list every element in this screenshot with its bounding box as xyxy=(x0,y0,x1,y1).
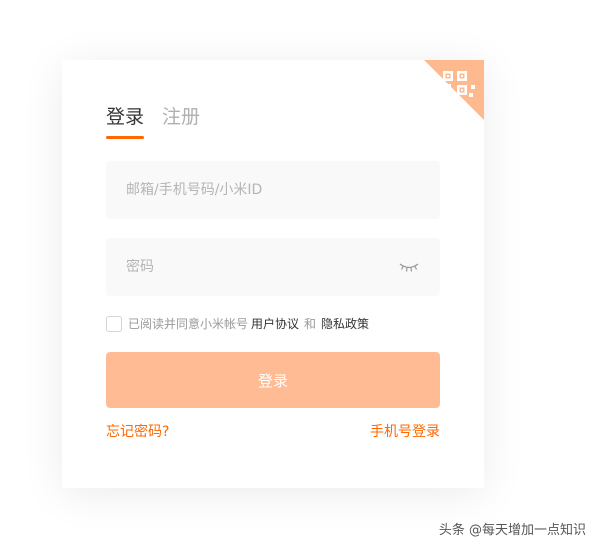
eye-closed-icon[interactable] xyxy=(398,260,420,274)
tab-login[interactable]: 登录 xyxy=(106,104,145,139)
auth-tabs: 登录 注册 xyxy=(106,104,200,139)
agreement-prefix: 已阅读并同意小米帐号 xyxy=(128,317,249,331)
qr-login-toggle[interactable] xyxy=(424,60,484,120)
tab-register[interactable]: 注册 xyxy=(162,104,200,136)
login-button[interactable]: 登录 xyxy=(106,352,440,408)
watermark: 头条 @每天增加一点知识 xyxy=(438,523,586,538)
password-input[interactable] xyxy=(126,259,398,275)
bottom-links: 忘记密码? 手机号登录 xyxy=(106,421,440,441)
qr-code-icon xyxy=(424,60,484,120)
agreement-and: 和 xyxy=(304,317,317,331)
privacy-policy-link[interactable]: 隐私政策 xyxy=(321,315,369,332)
forgot-password-link[interactable]: 忘记密码? xyxy=(106,421,169,441)
account-input[interactable] xyxy=(126,182,420,198)
login-card: 登录 注册 已阅读并同意小米帐号 用户协议 和 隐私政策 登录 忘记密码? 手机… xyxy=(62,60,484,488)
agreement-row: 已阅读并同意小米帐号 用户协议 和 隐私政策 xyxy=(106,315,372,332)
agreement-checkbox[interactable] xyxy=(106,315,122,332)
phone-login-link[interactable]: 手机号登录 xyxy=(370,421,440,441)
user-agreement-link[interactable]: 用户协议 xyxy=(251,315,299,332)
account-field xyxy=(106,161,440,219)
password-field xyxy=(106,238,440,296)
